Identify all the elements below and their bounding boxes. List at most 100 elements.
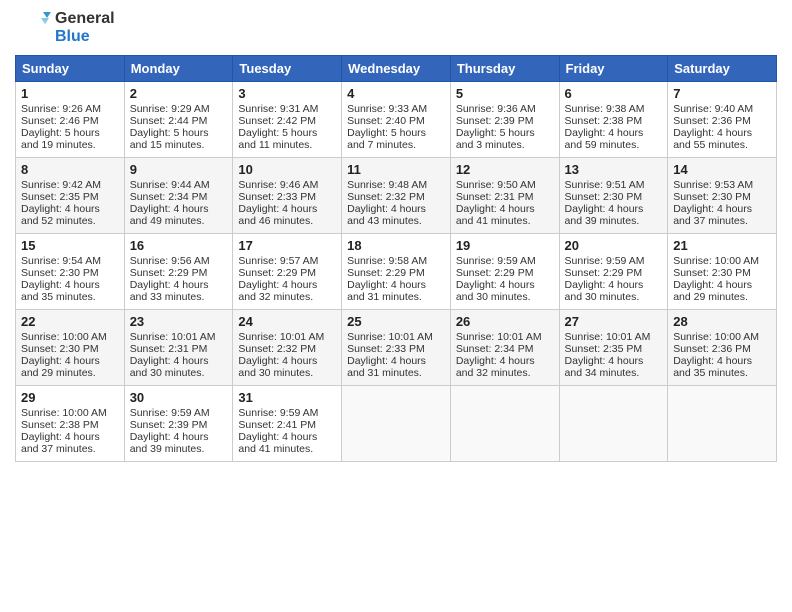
daylight: Daylight: 4 hours and 35 minutes. (21, 279, 100, 303)
day-cell: 29 Sunrise: 10:00 AM Sunset: 2:38 PM Day… (16, 385, 125, 461)
day-number: 18 (347, 238, 445, 253)
day-number: 25 (347, 314, 445, 329)
day-cell: 27 Sunrise: 10:01 AM Sunset: 2:35 PM Day… (559, 309, 668, 385)
day-number: 30 (130, 390, 228, 405)
daylight: Daylight: 5 hours and 11 minutes. (238, 127, 317, 151)
sunrise: Sunrise: 10:01 AM (238, 331, 324, 343)
day-cell (450, 385, 559, 461)
week-row-1: 1 Sunrise: 9:26 AM Sunset: 2:46 PM Dayli… (16, 81, 777, 157)
logo-general: General (55, 10, 115, 28)
daylight: Daylight: 4 hours and 55 minutes. (673, 127, 752, 151)
sunset: Sunset: 2:30 PM (673, 191, 751, 203)
sunset: Sunset: 2:44 PM (130, 115, 208, 127)
calendar-container: General Blue SundayMondayTuesdayWednesda… (0, 0, 792, 612)
sunrise: Sunrise: 9:38 AM (565, 103, 645, 115)
day-cell: 15 Sunrise: 9:54 AM Sunset: 2:30 PM Dayl… (16, 233, 125, 309)
daylight: Daylight: 4 hours and 46 minutes. (238, 203, 317, 227)
sunrise: Sunrise: 9:36 AM (456, 103, 536, 115)
calendar-table: SundayMondayTuesdayWednesdayThursdayFrid… (15, 55, 777, 462)
daylight: Daylight: 4 hours and 31 minutes. (347, 279, 426, 303)
header-tuesday: Tuesday (233, 55, 342, 81)
sunset: Sunset: 2:35 PM (565, 343, 643, 355)
sunset: Sunset: 2:42 PM (238, 115, 316, 127)
day-cell: 22 Sunrise: 10:00 AM Sunset: 2:30 PM Day… (16, 309, 125, 385)
day-cell: 17 Sunrise: 9:57 AM Sunset: 2:29 PM Dayl… (233, 233, 342, 309)
sunset: Sunset: 2:36 PM (673, 115, 751, 127)
sunrise: Sunrise: 9:31 AM (238, 103, 318, 115)
logo-blue: Blue (55, 28, 115, 46)
day-cell: 24 Sunrise: 10:01 AM Sunset: 2:32 PM Day… (233, 309, 342, 385)
day-number: 14 (673, 162, 771, 177)
sunrise: Sunrise: 9:40 AM (673, 103, 753, 115)
sunset: Sunset: 2:36 PM (673, 343, 751, 355)
sunrise: Sunrise: 9:59 AM (456, 255, 536, 267)
sunset: Sunset: 2:34 PM (456, 343, 534, 355)
daylight: Daylight: 4 hours and 29 minutes. (673, 279, 752, 303)
header-friday: Friday (559, 55, 668, 81)
sunset: Sunset: 2:29 PM (565, 267, 643, 279)
sunset: Sunset: 2:38 PM (565, 115, 643, 127)
header-monday: Monday (124, 55, 233, 81)
day-number: 7 (673, 86, 771, 101)
sunrise: Sunrise: 9:51 AM (565, 179, 645, 191)
daylight: Daylight: 4 hours and 31 minutes. (347, 355, 426, 379)
daylight: Daylight: 4 hours and 32 minutes. (456, 355, 535, 379)
sunrise: Sunrise: 10:01 AM (565, 331, 651, 343)
day-cell (668, 385, 777, 461)
daylight: Daylight: 4 hours and 39 minutes. (565, 203, 644, 227)
day-cell: 14 Sunrise: 9:53 AM Sunset: 2:30 PM Dayl… (668, 157, 777, 233)
sunset: Sunset: 2:30 PM (565, 191, 643, 203)
day-cell (559, 385, 668, 461)
sunrise: Sunrise: 9:59 AM (565, 255, 645, 267)
daylight: Daylight: 4 hours and 29 minutes. (21, 355, 100, 379)
sunrise: Sunrise: 9:44 AM (130, 179, 210, 191)
sunrise: Sunrise: 10:01 AM (456, 331, 542, 343)
sunrise: Sunrise: 9:50 AM (456, 179, 536, 191)
day-cell: 28 Sunrise: 10:00 AM Sunset: 2:36 PM Day… (668, 309, 777, 385)
day-number: 4 (347, 86, 445, 101)
sunrise: Sunrise: 9:59 AM (130, 407, 210, 419)
day-cell: 21 Sunrise: 10:00 AM Sunset: 2:30 PM Day… (668, 233, 777, 309)
sunset: Sunset: 2:29 PM (347, 267, 425, 279)
header-sunday: Sunday (16, 55, 125, 81)
day-number: 11 (347, 162, 445, 177)
day-number: 21 (673, 238, 771, 253)
sunset: Sunset: 2:30 PM (673, 267, 751, 279)
day-number: 3 (238, 86, 336, 101)
sunrise: Sunrise: 9:26 AM (21, 103, 101, 115)
daylight: Daylight: 4 hours and 33 minutes. (130, 279, 209, 303)
header: General Blue (15, 10, 777, 47)
sunrise: Sunrise: 10:01 AM (347, 331, 433, 343)
sunset: Sunset: 2:31 PM (456, 191, 534, 203)
sunrise: Sunrise: 10:00 AM (21, 407, 107, 419)
sunset: Sunset: 2:40 PM (347, 115, 425, 127)
sunset: Sunset: 2:30 PM (21, 343, 99, 355)
day-number: 5 (456, 86, 554, 101)
daylight: Daylight: 4 hours and 37 minutes. (673, 203, 752, 227)
day-number: 15 (21, 238, 119, 253)
sunrise: Sunrise: 9:54 AM (21, 255, 101, 267)
sunset: Sunset: 2:38 PM (21, 419, 99, 431)
sunrise: Sunrise: 9:58 AM (347, 255, 427, 267)
day-cell: 1 Sunrise: 9:26 AM Sunset: 2:46 PM Dayli… (16, 81, 125, 157)
day-number: 28 (673, 314, 771, 329)
header-thursday: Thursday (450, 55, 559, 81)
daylight: Daylight: 5 hours and 3 minutes. (456, 127, 535, 151)
day-number: 12 (456, 162, 554, 177)
day-cell: 13 Sunrise: 9:51 AM Sunset: 2:30 PM Dayl… (559, 157, 668, 233)
daylight: Daylight: 4 hours and 37 minutes. (21, 431, 100, 455)
daylight: Daylight: 5 hours and 7 minutes. (347, 127, 426, 151)
daylight: Daylight: 4 hours and 52 minutes. (21, 203, 100, 227)
sunrise: Sunrise: 10:00 AM (21, 331, 107, 343)
day-number: 9 (130, 162, 228, 177)
sunset: Sunset: 2:32 PM (238, 343, 316, 355)
sunrise: Sunrise: 9:53 AM (673, 179, 753, 191)
daylight: Daylight: 5 hours and 15 minutes. (130, 127, 209, 151)
day-number: 27 (565, 314, 663, 329)
sunrise: Sunrise: 9:33 AM (347, 103, 427, 115)
day-cell: 12 Sunrise: 9:50 AM Sunset: 2:31 PM Dayl… (450, 157, 559, 233)
sunrise: Sunrise: 9:42 AM (21, 179, 101, 191)
sunset: Sunset: 2:33 PM (347, 343, 425, 355)
day-number: 29 (21, 390, 119, 405)
week-row-4: 22 Sunrise: 10:00 AM Sunset: 2:30 PM Day… (16, 309, 777, 385)
